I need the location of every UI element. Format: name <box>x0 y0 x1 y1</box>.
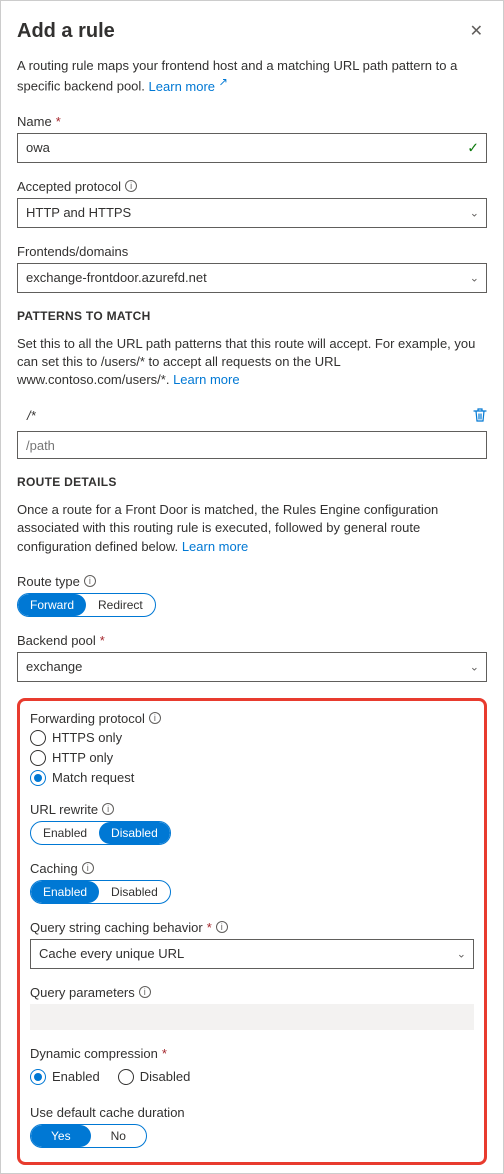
fp-match-request[interactable]: Match request <box>30 770 474 786</box>
patterns-help-text: Set this to all the URL path patterns th… <box>17 336 475 387</box>
query-behavior-label: Query string caching behavior <box>30 920 203 935</box>
info-icon[interactable]: i <box>84 575 96 587</box>
accepted-protocol-label: Accepted protocol <box>17 179 121 194</box>
pattern-item: /* <box>17 408 465 423</box>
external-link-icon: ↗ <box>219 76 228 88</box>
info-icon[interactable]: i <box>102 803 114 815</box>
radio-label: HTTPS only <box>52 730 122 745</box>
name-input[interactable] <box>17 133 487 163</box>
dc-enabled[interactable]: Enabled <box>30 1069 100 1085</box>
accepted-protocol-select[interactable] <box>17 198 487 228</box>
radio-label: HTTP only <box>52 750 113 765</box>
patterns-help: Set this to all the URL path patterns th… <box>17 335 487 390</box>
default-cache-label: Use default cache duration <box>30 1105 185 1120</box>
panel-description: A routing rule maps your frontend host a… <box>17 57 487 96</box>
query-params-label: Query parameters <box>30 985 135 1000</box>
backend-pool-label: Backend pool <box>17 633 96 648</box>
info-icon[interactable]: i <box>216 921 228 933</box>
add-rule-panel: Add a rule ✕ A routing rule maps your fr… <box>0 0 504 1174</box>
route-type-redirect[interactable]: Redirect <box>86 594 155 616</box>
patterns-heading: PATTERNS TO MATCH <box>17 309 487 323</box>
caching-toggle[interactable]: Enabled Disabled <box>30 880 171 904</box>
forwarding-protocol-label: Forwarding protocol <box>30 711 145 726</box>
delete-icon[interactable] <box>473 407 487 423</box>
info-icon[interactable]: i <box>125 180 137 192</box>
default-cache-no[interactable]: No <box>91 1125 146 1147</box>
radio-label: Match request <box>52 770 134 785</box>
fp-http-only[interactable]: HTTP only <box>30 750 474 766</box>
route-type-label: Route type <box>17 574 80 589</box>
pattern-input[interactable] <box>17 431 487 459</box>
default-cache-toggle[interactable]: Yes No <box>30 1124 147 1148</box>
backend-pool-select[interactable] <box>17 652 487 682</box>
name-label: Name <box>17 114 52 129</box>
caching-label: Caching <box>30 861 78 876</box>
url-rewrite-disabled[interactable]: Disabled <box>99 822 170 844</box>
radio-label: Disabled <box>140 1069 191 1084</box>
frontends-select[interactable] <box>17 263 487 293</box>
required-indicator: * <box>162 1046 167 1061</box>
url-rewrite-toggle[interactable]: Enabled Disabled <box>30 821 171 845</box>
route-type-toggle[interactable]: Forward Redirect <box>17 593 156 617</box>
radio-label: Enabled <box>52 1069 100 1084</box>
url-rewrite-label: URL rewrite <box>30 802 98 817</box>
learn-more-link[interactable]: Learn more ↗ <box>149 79 228 94</box>
dyn-compression-label: Dynamic compression <box>30 1046 158 1061</box>
url-rewrite-enabled[interactable]: Enabled <box>31 822 99 844</box>
frontends-label: Frontends/domains <box>17 244 128 259</box>
required-indicator: * <box>207 920 212 935</box>
query-params-input <box>30 1004 474 1030</box>
learn-more-link[interactable]: Learn more <box>182 539 248 554</box>
required-indicator: * <box>100 633 105 648</box>
close-icon[interactable]: ✕ <box>466 17 487 45</box>
info-icon[interactable]: i <box>149 712 161 724</box>
route-help: Once a route for a Front Door is matched… <box>17 501 487 556</box>
caching-enabled[interactable]: Enabled <box>31 881 99 903</box>
forwarding-section: Forwarding protocol i HTTPS only HTTP on… <box>17 698 487 1165</box>
panel-title: Add a rule <box>17 20 466 43</box>
info-icon[interactable]: i <box>82 862 94 874</box>
learn-more-link[interactable]: Learn more <box>173 372 239 387</box>
default-cache-yes[interactable]: Yes <box>31 1125 91 1147</box>
info-icon[interactable]: i <box>139 986 151 998</box>
required-indicator: * <box>56 114 61 129</box>
query-behavior-select[interactable] <box>30 939 474 969</box>
route-type-forward[interactable]: Forward <box>18 594 86 616</box>
route-heading: ROUTE DETAILS <box>17 475 487 489</box>
dc-disabled[interactable]: Disabled <box>118 1069 191 1085</box>
caching-disabled[interactable]: Disabled <box>99 881 170 903</box>
description-text: A routing rule maps your frontend host a… <box>17 58 457 94</box>
fp-https-only[interactable]: HTTPS only <box>30 730 474 746</box>
check-icon: ✓ <box>467 139 479 156</box>
